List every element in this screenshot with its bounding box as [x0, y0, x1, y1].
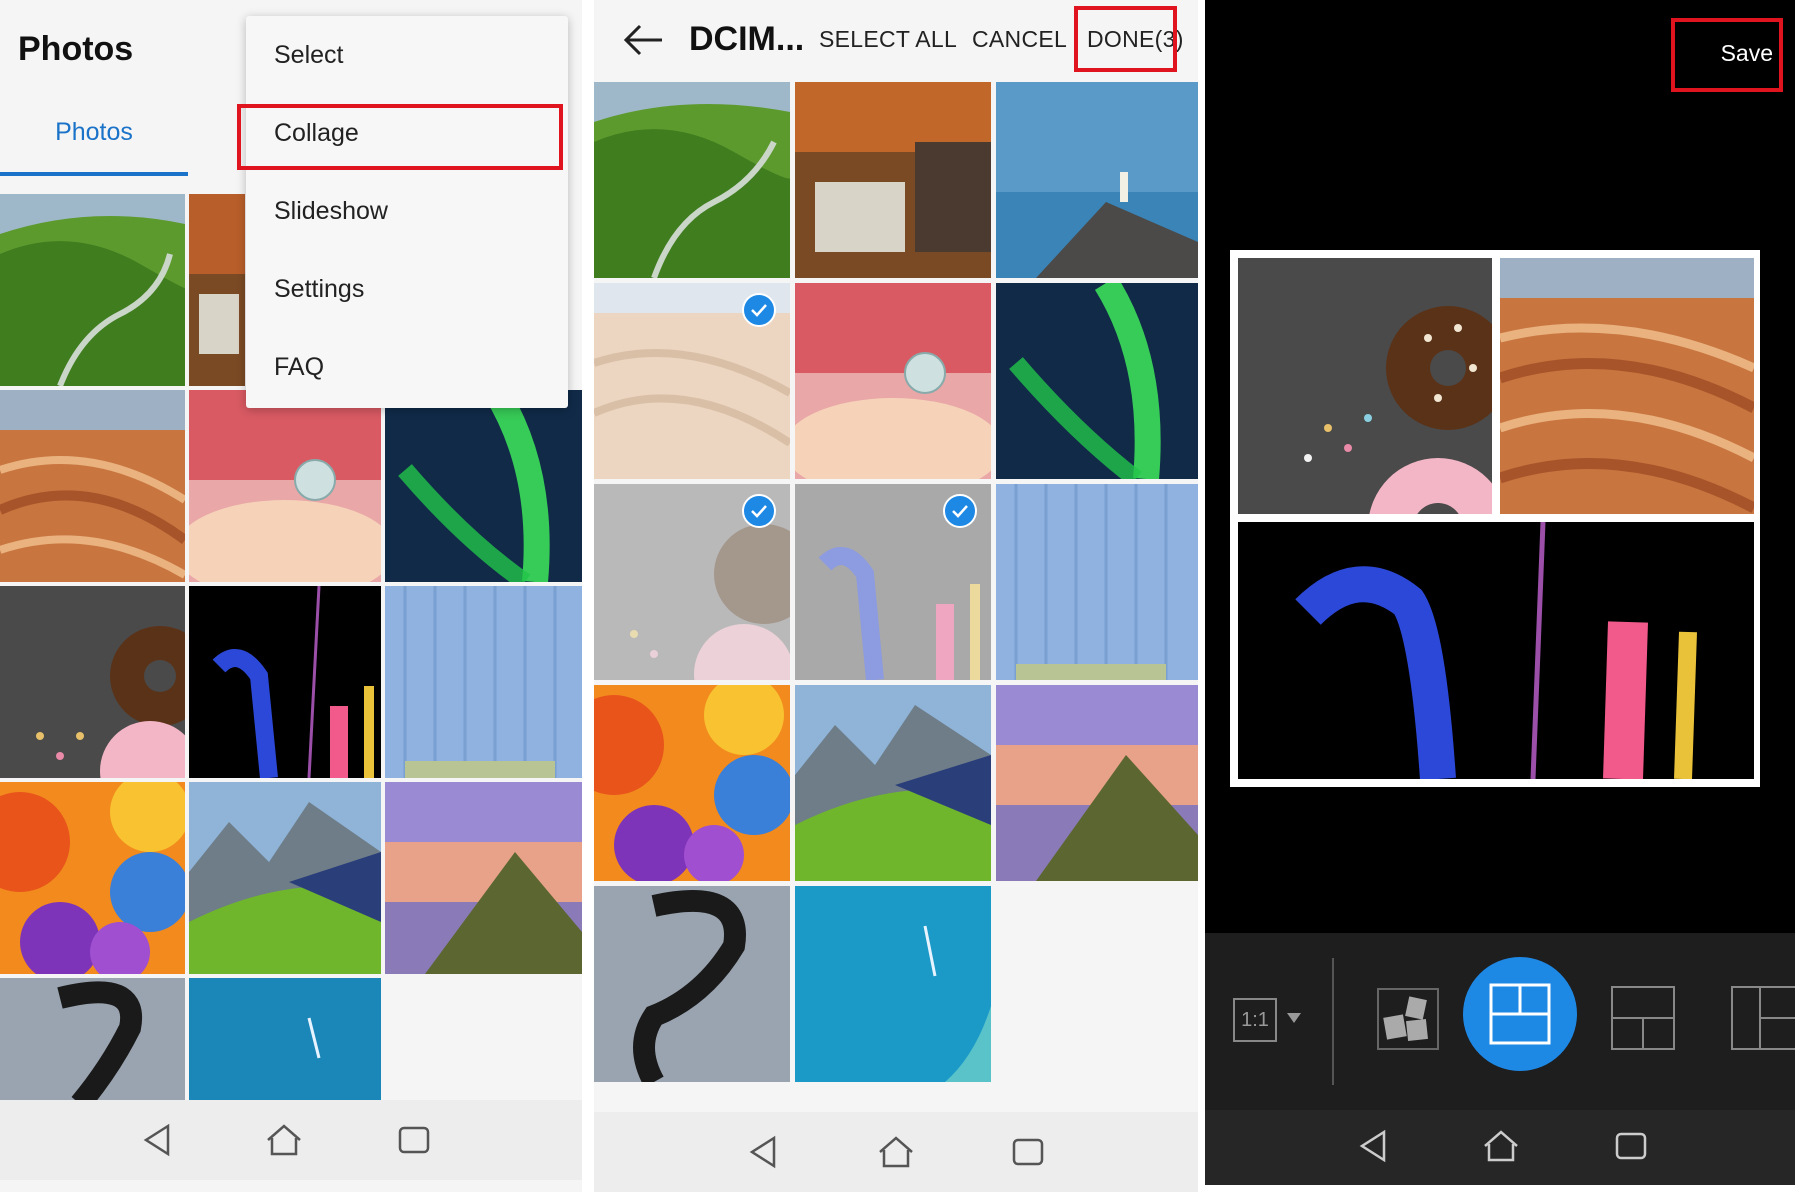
photo-thumbnail[interactable] — [189, 782, 381, 974]
photo-thumbnail[interactable] — [795, 886, 991, 1082]
system-nav-bar — [594, 1112, 1198, 1192]
selected-check-icon — [742, 494, 776, 528]
photo-thumbnail[interactable] — [0, 194, 185, 386]
photo-thumbnail[interactable] — [594, 886, 790, 1082]
photo-thumbnail[interactable] — [0, 586, 185, 778]
grid-2x2-layout-icon[interactable] — [1610, 985, 1676, 1051]
photo-thumbnail[interactable] — [189, 978, 381, 1104]
photo-thumbnail[interactable] — [996, 484, 1198, 680]
system-nav-bar — [0, 1100, 582, 1180]
app-title: Photos — [18, 30, 134, 68]
recents-icon[interactable] — [1006, 1130, 1050, 1174]
photo-thumbnail[interactable] — [594, 82, 790, 278]
collage-cell[interactable] — [1238, 522, 1754, 779]
layout-toolbar: 1:1 — [1205, 933, 1795, 1110]
album-select-panel: DCIM... SELECT ALL CANCEL DONE(3) — [594, 0, 1198, 1192]
photo-thumbnail[interactable] — [795, 685, 991, 881]
photo-thumbnail[interactable] — [996, 685, 1198, 881]
grid-2-1-layout-button[interactable] — [1463, 957, 1577, 1071]
home-icon[interactable] — [874, 1130, 918, 1174]
back-icon[interactable] — [742, 1130, 786, 1174]
system-nav-bar — [1205, 1110, 1795, 1185]
photo-thumbnail[interactable] — [385, 782, 582, 974]
photo-thumbnail[interactable] — [385, 586, 582, 778]
collage-cell[interactable] — [1238, 258, 1492, 514]
done-button[interactable]: DONE(3) — [1087, 26, 1184, 53]
collage-cell[interactable] — [1500, 258, 1754, 514]
aspect-ratio-label: 1:1 — [1241, 1009, 1269, 1031]
cancel-button[interactable]: CANCEL — [972, 26, 1067, 53]
photo-grid — [594, 82, 1198, 1082]
chevron-down-icon[interactable] — [1287, 1013, 1301, 1023]
photo-thumbnail[interactable] — [189, 586, 381, 778]
photo-thumbnail[interactable] — [0, 390, 185, 582]
photo-thumbnail[interactable] — [385, 390, 582, 582]
photo-thumbnail[interactable] — [0, 978, 185, 1104]
overflow-menu: Select Collage Slideshow Settings FAQ — [246, 16, 568, 408]
home-icon[interactable] — [262, 1118, 306, 1162]
menu-item-select[interactable]: Select — [246, 16, 568, 94]
photo-thumbnail[interactable] — [0, 782, 185, 974]
tab-underline — [0, 172, 188, 176]
grid-columns-layout-icon[interactable] — [1730, 985, 1795, 1051]
recents-icon[interactable] — [392, 1118, 436, 1162]
collage-preview — [1230, 250, 1760, 787]
photo-thumbnail[interactable] — [189, 390, 381, 582]
menu-item-faq[interactable]: FAQ — [246, 328, 568, 406]
back-icon[interactable] — [1352, 1124, 1396, 1168]
save-button[interactable]: Save — [1721, 40, 1773, 67]
toolbar-divider — [1332, 958, 1334, 1085]
photo-thumbnail[interactable] — [795, 82, 991, 278]
photo-thumbnail[interactable] — [996, 283, 1198, 479]
grid-2-1-layout-icon — [1489, 983, 1551, 1045]
recents-icon[interactable] — [1609, 1124, 1653, 1168]
photos-app-panel: Photos Photos Select Collage Slideshow S… — [0, 0, 582, 1192]
tab-photos[interactable]: Photos — [0, 112, 188, 176]
photo-thumbnail[interactable] — [795, 283, 991, 479]
menu-item-collage[interactable]: Collage — [246, 94, 568, 172]
selected-check-icon — [943, 494, 977, 528]
selected-check-icon — [742, 293, 776, 327]
album-title: DCIM... — [689, 20, 805, 58]
select-all-button[interactable]: SELECT ALL — [819, 26, 957, 53]
shuffle-layout-icon[interactable] — [1377, 988, 1439, 1050]
home-icon[interactable] — [1479, 1124, 1523, 1168]
collage-editor-panel: Save 1:1 — [1205, 0, 1795, 1185]
photo-thumbnail[interactable] — [594, 685, 790, 881]
back-arrow-icon[interactable] — [622, 22, 664, 58]
menu-item-settings[interactable]: Settings — [246, 250, 568, 328]
photo-thumbnail[interactable] — [189, 194, 245, 386]
back-icon[interactable] — [136, 1118, 180, 1162]
photo-thumbnail[interactable] — [996, 82, 1198, 278]
menu-item-slideshow[interactable]: Slideshow — [246, 172, 568, 250]
aspect-ratio-selector[interactable]: 1:1 — [1233, 998, 1277, 1042]
